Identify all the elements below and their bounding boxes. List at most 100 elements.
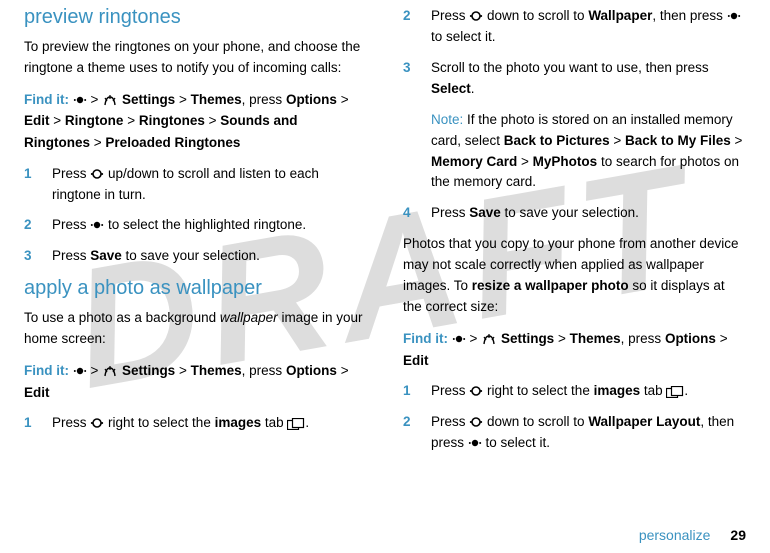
step-row: 1 Press up/down to scroll and listen to … <box>24 164 367 206</box>
bold-label: Ringtones <box>139 113 205 128</box>
bold-label: Save <box>469 205 501 220</box>
text: right to select the <box>104 415 214 430</box>
bold-label: Themes <box>570 331 621 346</box>
gt: > <box>558 331 566 346</box>
text: down to scroll to <box>483 8 588 23</box>
text: Press <box>431 205 469 220</box>
step-row: 2 Press down to scroll to Wallpaper Layo… <box>403 412 746 454</box>
center-key-icon <box>73 93 87 107</box>
note-block: Note: If the photo is stored on an insta… <box>431 110 746 194</box>
bold-label: Select <box>431 81 471 96</box>
step-body: Press to select the highlighted ringtone… <box>52 215 367 236</box>
step-row: 1 Press right to select the images tab . <box>24 413 367 434</box>
gt: > <box>179 92 187 107</box>
footer-section-label: personalize <box>639 527 711 543</box>
step-body: Press down to scroll to Wallpaper, then … <box>431 6 746 48</box>
step-body: Press Save to save your selection. <box>431 203 746 224</box>
step-row: 2 Press down to scroll to Wallpaper, the… <box>403 6 746 48</box>
settings-icon <box>102 364 118 378</box>
bold-label: Memory Card <box>431 154 517 169</box>
step-number: 2 <box>403 412 417 454</box>
bold-label: Settings <box>501 331 554 346</box>
nav-ring-icon <box>469 384 483 398</box>
text: To use a photo as a background <box>24 310 220 325</box>
italic-text: wallpaper <box>220 310 278 325</box>
step-number: 2 <box>24 215 38 236</box>
section-heading: preview ringtones <box>24 6 367 29</box>
nav-ring-icon <box>90 416 104 430</box>
text: , then press <box>652 8 726 23</box>
step-number: 3 <box>24 246 38 267</box>
gt: > <box>209 113 217 128</box>
text: . <box>471 81 475 96</box>
text: Scroll to the photo you want to use, the… <box>431 60 709 75</box>
step-number: 1 <box>24 164 38 206</box>
center-key-icon <box>90 218 104 232</box>
bold-body: images <box>215 415 262 430</box>
page-footer: personalize 29 <box>639 527 746 543</box>
text: to select the highlighted ringtone. <box>104 217 306 232</box>
find-it-label: Find it: <box>24 363 69 378</box>
paragraph: To use a photo as a background wallpaper… <box>24 308 367 350</box>
find-it-label: Find it: <box>403 331 448 346</box>
bold-label: Edit <box>24 113 50 128</box>
center-key-icon <box>727 9 741 23</box>
gt: > <box>94 135 102 150</box>
text: down to scroll to <box>483 414 588 429</box>
nav-ring-icon <box>469 9 483 23</box>
step-row: 4 Press Save to save your selection. <box>403 203 746 224</box>
step-row: 1 Press right to select the images tab . <box>403 381 746 402</box>
gt: > <box>517 154 532 169</box>
step-number: 3 <box>403 58 417 100</box>
step-row: 3 Scroll to the photo you want to use, t… <box>403 58 746 100</box>
step-body: Press up/down to scroll and listen to ea… <box>52 164 367 206</box>
step-body: Press down to scroll to Wallpaper Layout… <box>431 412 746 454</box>
nav-ring-icon <box>469 415 483 429</box>
step-number: 1 <box>403 381 417 402</box>
text: Press <box>431 383 469 398</box>
gt: > <box>53 113 61 128</box>
bold-label: Edit <box>24 385 50 400</box>
bold-label: Options <box>665 331 716 346</box>
bold-label: MyPhotos <box>533 154 598 169</box>
bold-label: Wallpaper <box>588 8 652 23</box>
text: , press <box>242 92 283 107</box>
text: . <box>305 415 309 430</box>
gt: > <box>91 363 99 378</box>
step-body: Press Save to save your selection. <box>52 246 367 267</box>
gt: > <box>731 133 743 148</box>
settings-icon <box>481 332 497 346</box>
bold-label: Back to My Files <box>625 133 731 148</box>
page-number: 29 <box>730 527 746 543</box>
step-body: Press right to select the images tab . <box>52 413 367 434</box>
text: . <box>684 383 688 398</box>
nav-ring-icon <box>90 167 104 181</box>
gt: > <box>470 331 478 346</box>
text: to select it. <box>482 435 550 450</box>
step-number: 2 <box>403 6 417 48</box>
settings-icon <box>102 93 118 107</box>
gt: > <box>341 363 349 378</box>
right-column: 2 Press down to scroll to Wallpaper, the… <box>403 6 746 505</box>
bold-label: Themes <box>191 363 242 378</box>
gt: > <box>720 331 728 346</box>
bold-body: resize a wallpaper photo <box>472 278 629 293</box>
bold-label: Themes <box>191 92 242 107</box>
text: , press <box>621 331 662 346</box>
note-label: Note: <box>431 112 463 127</box>
text: to save your selection. <box>501 205 639 220</box>
gt: > <box>127 113 135 128</box>
gt: > <box>179 363 187 378</box>
center-key-icon <box>452 332 466 346</box>
find-it-block: Find it: > Settings > Themes, press Opti… <box>24 89 367 154</box>
step-row: 3 Press Save to save your selection. <box>24 246 367 267</box>
center-key-icon <box>468 436 482 450</box>
bold-label: Settings <box>122 363 175 378</box>
text: right to select the <box>483 383 593 398</box>
left-column: preview ringtones To preview the rington… <box>24 6 367 505</box>
find-it-block: Find it: > Settings > Themes, press Opti… <box>403 328 746 371</box>
text: Press <box>52 248 90 263</box>
text: tab <box>261 415 287 430</box>
find-it-block: Find it: > Settings > Themes, press Opti… <box>24 360 367 403</box>
text: to select it. <box>431 29 496 44</box>
